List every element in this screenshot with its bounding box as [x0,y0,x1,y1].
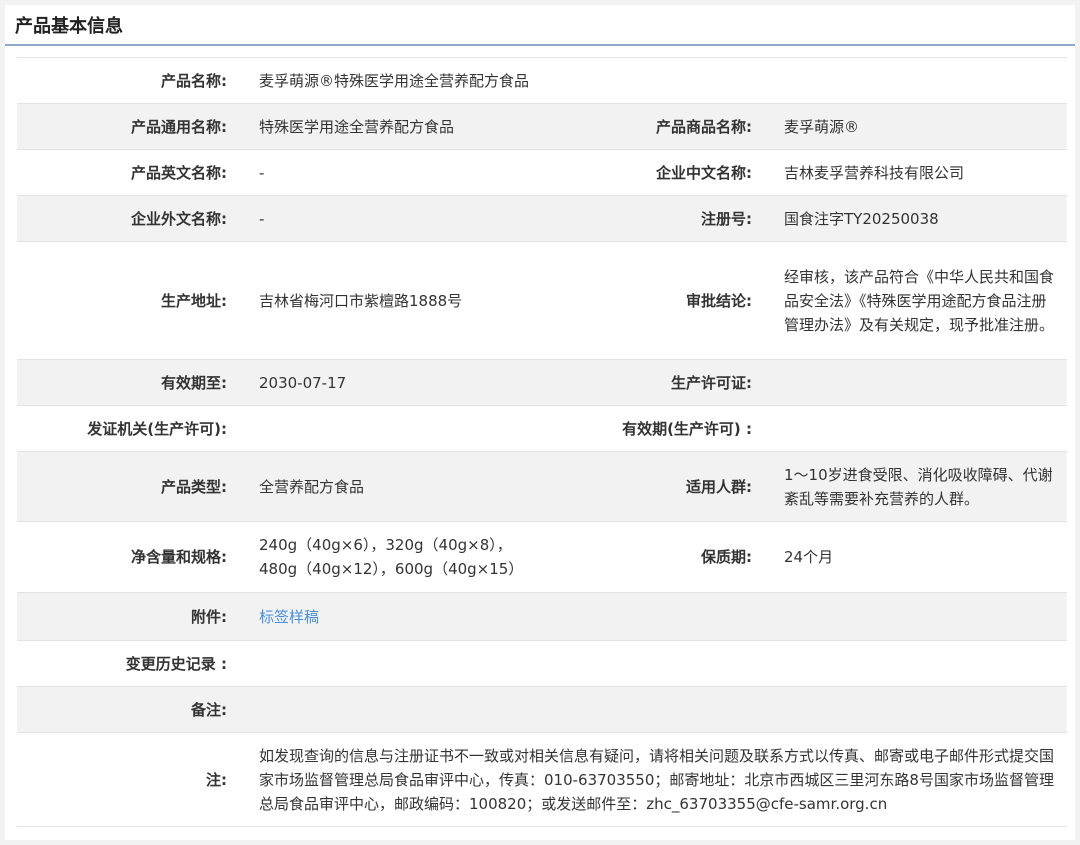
table-row: 注: 如发现查询的信息与注册证书不一致或对相关信息有疑问，请将相关问题及联系方式… [17,732,1067,827]
value-company-cn: 吉林麦孚营养科技有限公司 [768,149,1067,196]
value-net-content: 240g（40g×6），320g（40g×8）， 480g（40g×12），60… [243,521,543,593]
table-row: 产品名称: 麦孚萌源®特殊医学用途全营养配方食品 [17,57,1067,104]
value-company-foreign: - [243,195,543,242]
value-english-name: - [243,149,543,196]
value-address: 吉林省梅河口市紫檀路1888号 [243,241,543,360]
value-note: 如发现查询的信息与注册证书不一致或对相关信息有疑问，请将相关问题及联系方式以传真… [243,732,1067,827]
label-product-type: 产品类型: [17,451,243,522]
label-attachment: 附件: [17,592,243,641]
label-reg-no: 注册号: [543,195,768,242]
value-valid-until: 2030-07-17 [243,359,543,406]
table-row: 产品类型: 全营养配方食品 适用人群: 1～10岁进食受限、消化吸收障碍、代谢紊… [17,451,1067,522]
label-change-history: 变更历史记录 : [17,640,243,687]
value-remarks [243,686,1067,733]
value-target-group: 1～10岁进食受限、消化吸收障碍、代谢紊乱等需要补充营养的人群。 [768,451,1067,522]
label-prod-license: 生产许可证: [543,359,768,406]
value-product-type: 全营养配方食品 [243,451,543,522]
label-issuing-authority: 发证机关(生产许可): [17,405,243,452]
label-generic-name: 产品通用名称: [17,103,243,150]
table-row: 生产地址: 吉林省梅河口市紫檀路1888号 审批结论: 经审核，该产品符合《中华… [17,241,1067,360]
label-remarks: 备注: [17,686,243,733]
table-row: 有效期至: 2030-07-17 生产许可证: [17,359,1067,406]
value-attachment: 标签样稿 [243,592,1067,641]
table-row: 企业外文名称: - 注册号: 国食注字TY20250038 [17,195,1067,242]
table-row: 产品通用名称: 特殊医学用途全营养配方食品 产品商品名称: 麦孚萌源® [17,103,1067,150]
label-conclusion: 审批结论: [543,241,768,360]
label-trade-name: 产品商品名称: [543,103,768,150]
label-valid-until: 有效期至: [17,359,243,406]
label-english-name: 产品英文名称: [17,149,243,196]
table-row: 发证机关(生产许可): 有效期(生产许可) : [17,405,1067,452]
label-sample-link[interactable]: 标签样稿 [259,608,319,626]
value-conclusion: 经审核，该产品符合《中华人民共和国食品安全法》《特殊医学用途配方食品注册管理办法… [768,241,1067,360]
value-reg-no: 国食注字TY20250038 [768,195,1067,242]
info-table: 产品名称: 麦孚萌源®特殊医学用途全营养配方食品 产品通用名称: 特殊医学用途全… [17,57,1067,827]
label-product-name: 产品名称: [17,57,243,104]
label-address: 生产地址: [17,241,243,360]
value-shelf-life: 24个月 [768,521,1067,593]
value-issuing-authority [243,405,543,452]
label-company-foreign: 企业外文名称: [17,195,243,242]
label-company-cn: 企业中文名称: [543,149,768,196]
label-net-content: 净含量和规格: [17,521,243,593]
table-row: 变更历史记录 : [17,640,1067,687]
value-generic-name: 特殊医学用途全营养配方食品 [243,103,543,150]
label-shelf-life: 保质期: [543,521,768,593]
value-change-history [243,640,1067,687]
label-license-validity: 有效期(生产许可) : [543,405,768,452]
label-target-group: 适用人群: [543,451,768,522]
value-license-validity [768,405,1067,452]
table-row: 净含量和规格: 240g（40g×6），320g（40g×8）， 480g（40… [17,521,1067,593]
net-content-line-1: 240g（40g×6），320g（40g×8）， [259,536,512,554]
value-prod-license [768,359,1067,406]
net-content-line-2: 480g（40g×12），600g（40g×15） [259,560,524,578]
panel-header: 产品基本信息 [5,5,1075,46]
table-row: 备注: [17,686,1067,733]
table-row: 附件: 标签样稿 [17,592,1067,641]
product-info-panel: 产品基本信息 产品名称: 麦孚萌源®特殊医学用途全营养配方食品 产品通用名称: … [5,5,1075,840]
panel-title: 产品基本信息 [15,15,123,37]
label-note: 注: [17,732,243,827]
value-trade-name: 麦孚萌源® [768,103,1067,150]
table-row: 产品英文名称: - 企业中文名称: 吉林麦孚营养科技有限公司 [17,149,1067,196]
value-product-name: 麦孚萌源®特殊医学用途全营养配方食品 [243,57,1067,104]
